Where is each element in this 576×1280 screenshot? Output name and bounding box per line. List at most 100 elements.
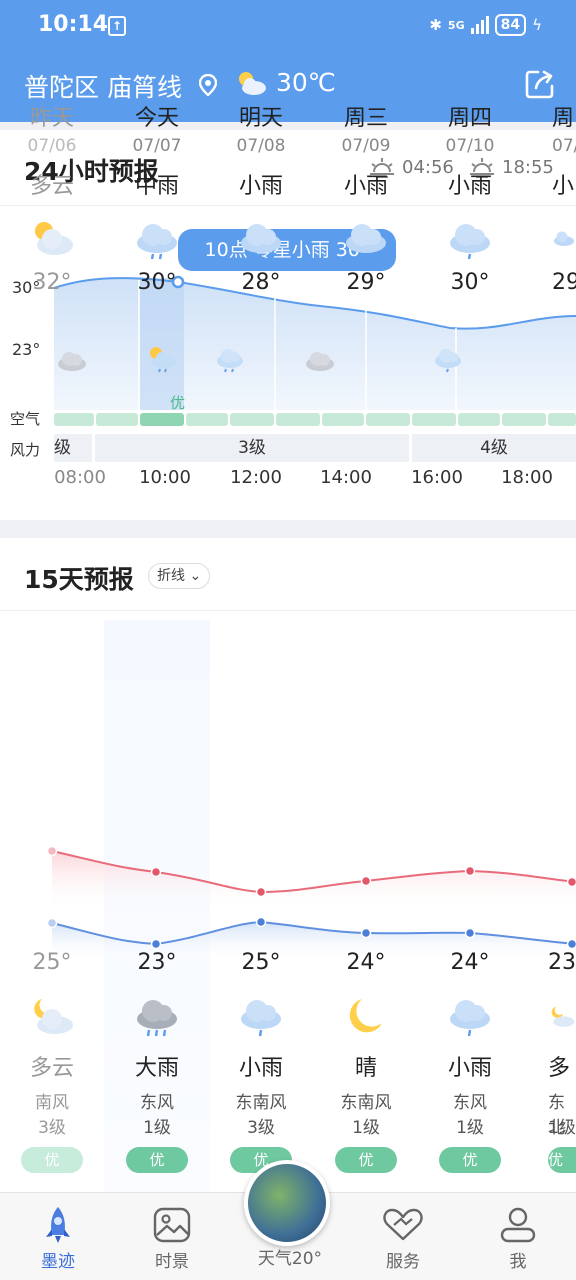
chart-mode-toggle[interactable]: 折线 ⌄ (148, 563, 211, 589)
wind-level: 3级 (247, 1118, 275, 1138)
battery-level: 84 (494, 14, 527, 36)
share-icon[interactable] (524, 68, 556, 100)
day-high: 32° (32, 270, 72, 295)
night-column[interactable]: 23 多 东北 1级 优 (522, 950, 576, 1173)
nav-label: 我 (509, 1252, 527, 1272)
wind-level: 3级 (95, 434, 409, 462)
night-weather: 小雨 (238, 1056, 283, 1081)
location-pin-icon (199, 74, 217, 96)
day-date: 07/ (552, 136, 576, 156)
night-column[interactable]: 24° 晴 东南风 1级 优 (314, 950, 418, 1173)
day-date: 07/09 (341, 136, 391, 156)
wind-level: 级 (54, 434, 92, 462)
day-date: 07/07 (132, 136, 182, 156)
night-column[interactable]: 24° 小雨 东风 1级 优 (418, 950, 522, 1173)
day-column[interactable]: 周三 07/09 小雨 29° (314, 100, 418, 310)
hour-label: 14:00 (320, 467, 372, 488)
day-name: 周 (552, 106, 575, 131)
aqi-bar (186, 413, 228, 426)
nav-item-profile[interactable]: 我 (478, 1203, 558, 1272)
wind-level: 1级 (548, 1118, 576, 1138)
rain-cloud-icon (217, 349, 243, 373)
day-name: 周三 (343, 106, 388, 131)
day-high: 30° (450, 270, 490, 295)
day-name: 周四 (447, 106, 492, 131)
night-weather: 多 (548, 1056, 571, 1081)
day-weather: 小雨 (447, 174, 492, 199)
aqi-bar (366, 413, 410, 426)
aqi-bar (230, 413, 274, 426)
globe-label: 天气20° (257, 1249, 323, 1269)
upload-icon: ↑ (108, 16, 126, 36)
day-column[interactable]: 周 07/ 小 29 (522, 100, 576, 310)
hour-label: 16:00 (411, 467, 463, 488)
day-low: 24° (346, 950, 386, 975)
rain-cloud-icon (346, 224, 386, 260)
wind-level: 4级 (412, 434, 576, 462)
status-indicators: ✱ 5G 84 ϟ (429, 14, 542, 36)
wind-direction: 南风 (35, 1093, 69, 1113)
wind-row-label: 风力 (10, 441, 41, 459)
network-label: 5G (447, 18, 465, 32)
night-column[interactable]: 25° 多云 南风 3级 优 (0, 950, 104, 1173)
chevron-down-icon: ⌄ (189, 568, 202, 584)
aqi-bar (322, 413, 364, 426)
air-row-label: 空气 (10, 410, 41, 428)
day-name: 昨天 (29, 106, 74, 131)
nav-item-scenes[interactable]: 时景 (132, 1203, 212, 1272)
heart-hands-icon (383, 1208, 423, 1241)
partly-cloudy-icon (239, 72, 266, 95)
day-date: 07/08 (236, 136, 286, 156)
current-temperature: 30℃ (276, 68, 336, 97)
rain-cloud-icon (241, 224, 281, 260)
weather-globe-button[interactable] (244, 1160, 330, 1246)
moon-cloud-icon (34, 999, 73, 1034)
day-name: 今天 (134, 106, 179, 131)
day-weather: 小雨 (238, 174, 283, 199)
user-icon (500, 1207, 536, 1243)
hour-label: 08:00 (54, 467, 106, 488)
day-column[interactable]: 今天 07/07 中雨 30° (105, 100, 209, 310)
aqi-bar (96, 413, 138, 426)
daily-title: 15天预报 (24, 565, 134, 594)
day-column[interactable]: 周四 07/10 小雨 30° (418, 100, 522, 310)
charging-icon: ϟ (532, 16, 542, 34)
rocket-icon (46, 1207, 70, 1243)
nav-label: 服务 (386, 1252, 420, 1272)
day-weather: 小雨 (343, 174, 388, 199)
day-high: 30° (137, 270, 177, 295)
chart-mode-label: 折线 (157, 568, 185, 584)
rain-cloud-icon (241, 1000, 281, 1037)
aqi-selected-label: 优 (170, 394, 186, 412)
day-column[interactable]: 明天 07/08 小雨 28° (209, 100, 313, 310)
day-column[interactable]: 昨天 07/06 多云 32° (0, 100, 104, 310)
day-date: 07/10 (445, 136, 495, 156)
day-low: 23° (137, 950, 177, 975)
aqi-bar (54, 413, 94, 426)
night-column[interactable]: 25° 小雨 东南风 3级 优 (209, 950, 313, 1173)
aqi-bar-selected (140, 413, 184, 426)
night-weather: 小雨 (447, 1056, 492, 1081)
rain-cloud-icon (137, 224, 177, 260)
nav-item-services[interactable]: 服务 (363, 1203, 443, 1272)
day-low: 25° (241, 950, 281, 975)
day-date: 07/06 (27, 136, 77, 156)
hour-label: 18:00 (501, 467, 553, 488)
aqi-badge: 优 (126, 1147, 188, 1173)
hour-label: 12:00 (230, 467, 282, 488)
rain-cloud-icon (450, 224, 490, 260)
nav-item-moji[interactable]: 墨迹 (18, 1203, 98, 1272)
aqi-badge: 优 (548, 1147, 576, 1173)
cloud-icon (58, 352, 86, 371)
day-weather: 中雨 (134, 174, 179, 199)
status-bar: 10:14 ↑ ✱ 5G 84 ϟ (0, 0, 576, 52)
wind-direction: 东风 (453, 1093, 487, 1113)
aqi-badge: 优 (21, 1147, 83, 1173)
wind-direction: 东南风 (340, 1093, 392, 1113)
aqi-bar (458, 413, 500, 426)
aqi-bar (502, 413, 546, 426)
night-column[interactable]: 23° 大雨 东风 1级 优 (105, 950, 209, 1173)
location-name[interactable]: 普陀区 庙筲线 (24, 68, 182, 104)
wind-direction: 东风 (140, 1093, 174, 1113)
day-low: 25° (32, 950, 72, 975)
